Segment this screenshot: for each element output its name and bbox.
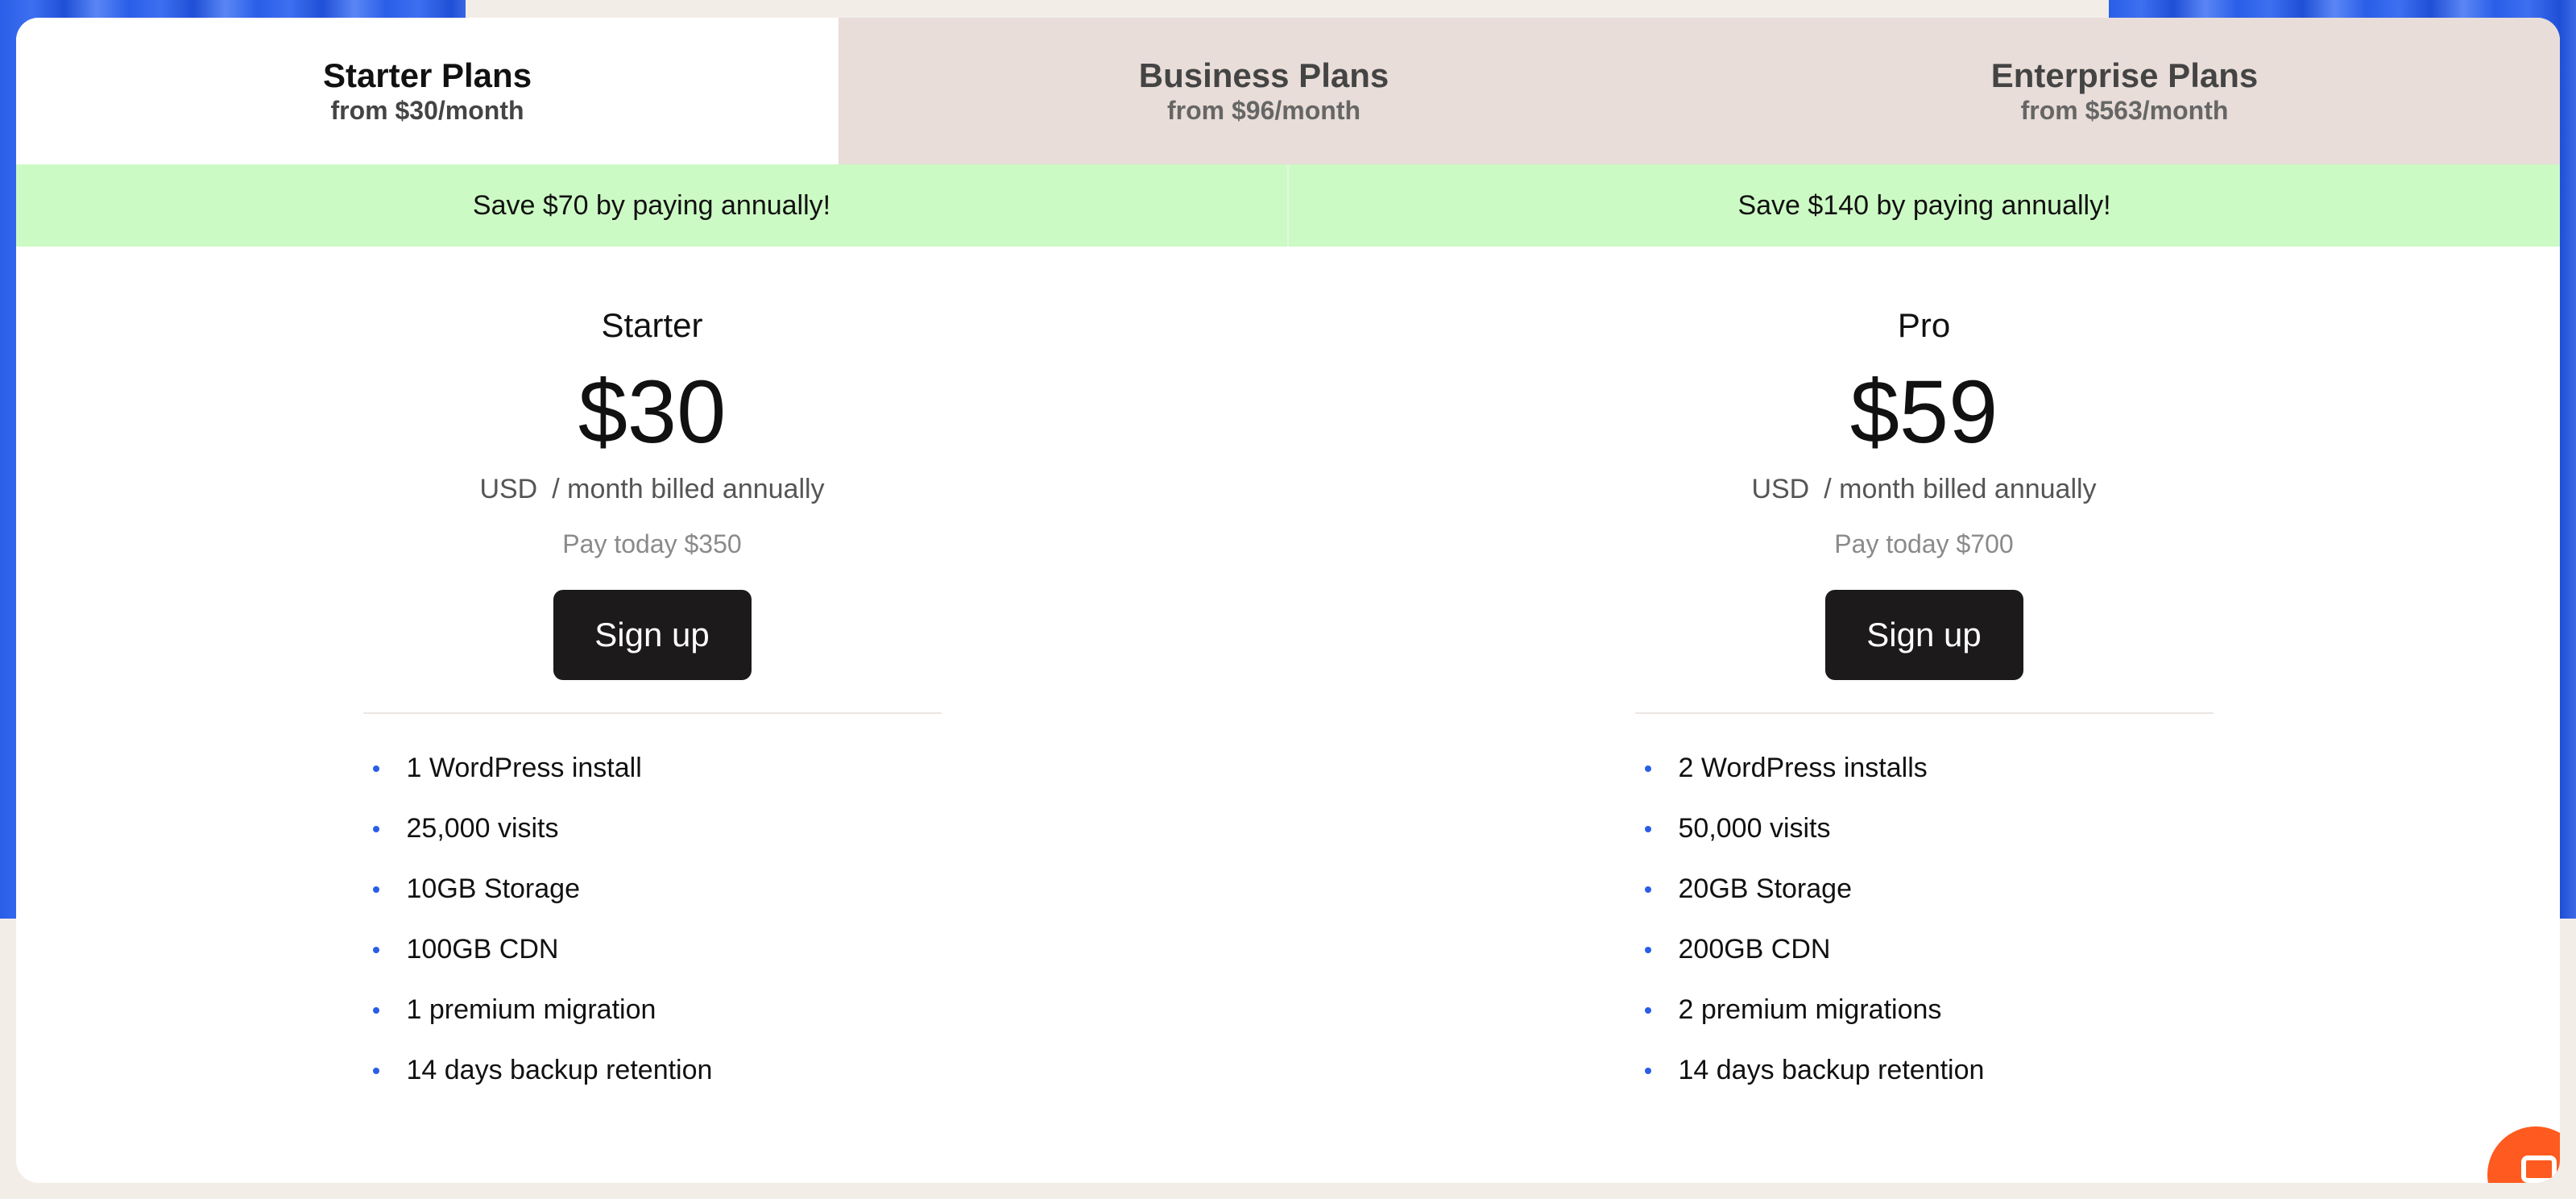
list-item: 2 premium migrations: [1635, 980, 2214, 1040]
feature-text: 10GB Storage: [406, 873, 580, 904]
plan-tabs: Starter Plans from $30/month Business Pl…: [16, 18, 2560, 164]
savings-message-starter: Save $70 by paying annually!: [16, 164, 1287, 247]
bullet-icon: [1644, 1067, 1651, 1074]
bullet-icon: [1644, 825, 1651, 832]
list-item: 20GB Storage: [1635, 859, 2214, 919]
tab-business-plans[interactable]: Business Plans from $96/month: [839, 18, 1689, 164]
bullet-icon: [372, 946, 379, 953]
tab-subtitle: from $96/month: [1166, 96, 1361, 125]
bullet-icon: [1644, 765, 1651, 772]
tab-starter-plans[interactable]: Starter Plans from $30/month: [16, 18, 839, 164]
sign-up-button[interactable]: Sign up: [1824, 590, 2023, 680]
list-item: 50,000 visits: [1635, 799, 2214, 859]
billing-info: USD / month billed annually: [479, 474, 824, 505]
list-item: 200GB CDN: [1635, 919, 2214, 980]
feature-text: 2 WordPress installs: [1678, 753, 1928, 783]
tab-title: Business Plans: [1138, 56, 1389, 94]
currency-label: USD: [1751, 474, 1810, 504]
plan-name: Pro: [1897, 306, 1951, 344]
tab-subtitle: from $30/month: [330, 96, 524, 125]
bullet-icon: [1644, 946, 1651, 953]
list-item: 1 premium migration: [363, 980, 942, 1040]
pricing-card: Starter Plans from $30/month Business Pl…: [16, 18, 2560, 1183]
tab-title: Starter Plans: [322, 56, 532, 94]
bullet-icon: [372, 765, 379, 772]
chat-icon[interactable]: [2487, 1126, 2560, 1183]
bullet-icon: [372, 886, 379, 893]
feature-text: 1 premium migration: [406, 994, 656, 1025]
tab-subtitle: from $563/month: [2020, 96, 2229, 125]
feature-text: 20GB Storage: [1678, 873, 1852, 904]
list-item: 100GB CDN: [363, 919, 942, 980]
feature-list: 1 WordPress install 25,000 visits 10GB S…: [363, 738, 942, 1101]
savings-banner: Save $70 by paying annually! Save $140 b…: [16, 164, 2560, 247]
plan-price: $30: [578, 363, 727, 462]
bullet-icon: [1644, 886, 1651, 893]
chat-bubble-glyph: [2521, 1155, 2557, 1183]
billing-period: / month billed annually: [552, 474, 825, 504]
divider: [1634, 712, 2214, 714]
billing-info: USD / month billed annually: [1751, 474, 2096, 505]
billing-period: / month billed annually: [1824, 474, 2097, 504]
tab-enterprise-plans[interactable]: Enterprise Plans from $563/month: [1689, 18, 2560, 164]
feature-text: 14 days backup retention: [1678, 1055, 1985, 1085]
plan-price: $59: [1849, 363, 1998, 462]
list-item: 2 WordPress installs: [1635, 738, 2214, 799]
feature-text: 2 premium migrations: [1678, 994, 1942, 1025]
bullet-icon: [372, 1067, 379, 1074]
list-item: 1 WordPress install: [363, 738, 942, 799]
feature-text: 100GB CDN: [406, 934, 559, 965]
pay-today: Pay today $350: [562, 529, 742, 558]
plan-starter: Starter $30 USD / month billed annually P…: [16, 247, 1288, 1101]
list-item: 14 days backup retention: [1635, 1040, 2214, 1101]
plan-columns: Starter $30 USD / month billed annually P…: [16, 247, 2560, 1101]
pay-today: Pay today $700: [1834, 529, 2014, 558]
feature-text: 25,000 visits: [406, 813, 559, 844]
savings-message-pro: Save $140 by paying annually!: [1287, 164, 2560, 247]
divider: [362, 712, 942, 714]
plan-name: Starter: [601, 306, 703, 344]
list-item: 10GB Storage: [363, 859, 942, 919]
feature-text: 1 WordPress install: [406, 753, 642, 783]
list-item: 25,000 visits: [363, 799, 942, 859]
bullet-icon: [372, 825, 379, 832]
feature-text: 200GB CDN: [1678, 934, 1831, 965]
feature-list: 2 WordPress installs 50,000 visits 20GB …: [1635, 738, 2214, 1101]
currency-label: USD: [479, 474, 538, 504]
bullet-icon: [372, 1006, 379, 1014]
bullet-icon: [1644, 1006, 1651, 1014]
plan-pro: Pro $59 USD / month billed annually Pay t…: [1288, 247, 2560, 1101]
list-item: 14 days backup retention: [363, 1040, 942, 1101]
sign-up-button[interactable]: Sign up: [553, 590, 752, 680]
feature-text: 14 days backup retention: [406, 1055, 713, 1085]
tab-title: Enterprise Plans: [1990, 56, 2259, 94]
feature-text: 50,000 visits: [1678, 813, 1831, 844]
